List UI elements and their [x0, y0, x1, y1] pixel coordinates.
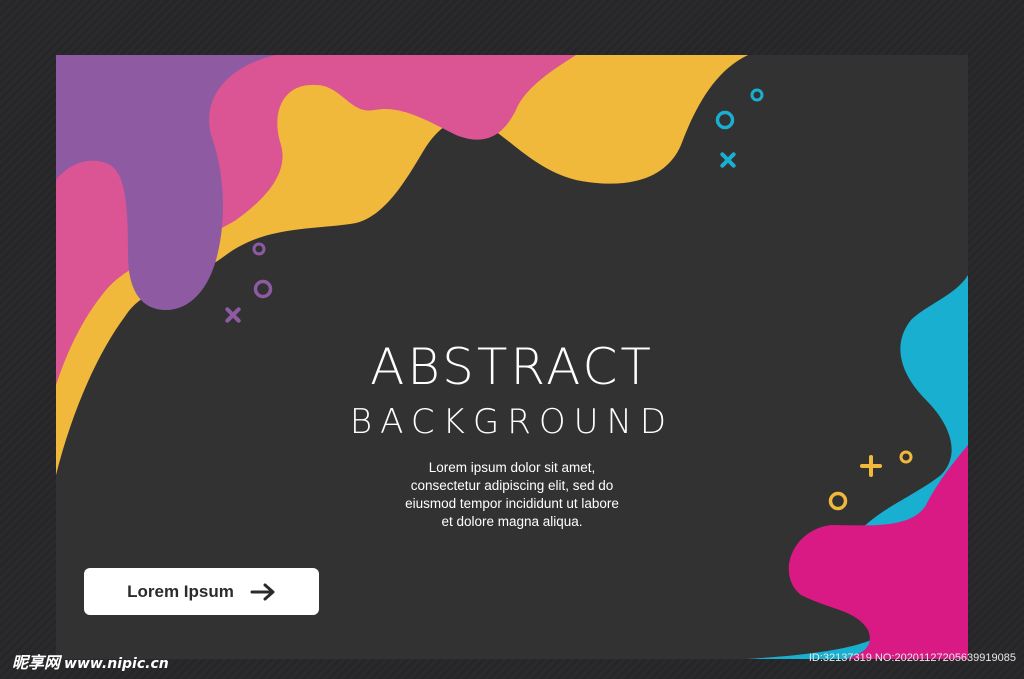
button-label: Lorem Ipsum [127, 581, 234, 601]
watermark-logo-text: 昵享网 [12, 655, 61, 672]
ring-icon [252, 242, 266, 256]
headline-abstract: ABSTRACT [370, 338, 654, 396]
headline-background: BACKGROUND [349, 402, 675, 442]
description-line: eiusmod tempor incididunt ut labore [405, 496, 619, 511]
cross-icon [720, 152, 736, 168]
ring-icon [715, 110, 735, 130]
cross-icon [225, 307, 241, 323]
ring-icon [253, 279, 273, 299]
watermark-logo: 昵享网 www.nipic.cn [12, 649, 169, 673]
watermark-url: www.nipic.cn [64, 656, 169, 672]
ring-icon [750, 88, 764, 102]
lorem-ipsum-button[interactable]: Lorem Ipsum [84, 568, 319, 615]
description-line: et dolore magna aliqua. [441, 514, 583, 529]
arrow-right-icon [250, 583, 275, 600]
banner-card: ABSTRACT BACKGROUND Lorem ipsum dolor si… [56, 55, 968, 659]
watermark-id: ID:32137319 NO:20201127205639919085 [808, 652, 1016, 664]
ring-icon [828, 491, 848, 511]
description-text: Lorem ipsum dolor sit amet, consectetur … [362, 459, 662, 531]
ring-icon [899, 450, 913, 464]
description-line: Lorem ipsum dolor sit amet, [428, 460, 596, 475]
description-line: consectetur adipiscing elit, sed do [410, 478, 614, 493]
plus-icon [860, 455, 882, 477]
